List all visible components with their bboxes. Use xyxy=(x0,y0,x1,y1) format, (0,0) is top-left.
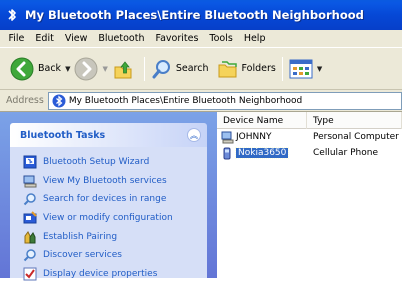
folders-label: Folders xyxy=(241,63,276,74)
task-panel-header[interactable]: Bluetooth Tasks ︽ xyxy=(10,123,207,147)
search-icon xyxy=(23,249,36,262)
up-folder-icon[interactable] xyxy=(112,58,134,80)
search-button[interactable]: Search xyxy=(151,58,209,80)
task-view-services[interactable]: View My Bluetooth services xyxy=(10,172,207,191)
address-label: Address xyxy=(6,95,44,106)
task-label: Search for devices in range xyxy=(43,194,167,205)
device-list: Device Name Type JOHNNY Personal Compute… xyxy=(217,112,402,278)
back-label: Back xyxy=(38,63,62,74)
task-label: Bluetooth Setup Wizard xyxy=(43,157,150,168)
device-name-cell: JOHNNY xyxy=(217,131,307,144)
menu-view[interactable]: View xyxy=(59,33,93,44)
properties-icon xyxy=(23,267,37,281)
toolbar-separator xyxy=(281,56,283,81)
bluetooth-tasks-panel: Bluetooth Tasks ︽ Bluetooth Setup Wizard… xyxy=(10,123,207,281)
task-label: View or modify configuration xyxy=(43,213,173,224)
computer-icon xyxy=(221,131,234,143)
menu-file[interactable]: File xyxy=(3,33,30,44)
wizard-icon xyxy=(23,155,37,169)
views-icon xyxy=(289,59,313,78)
column-device-name[interactable]: Device Name xyxy=(217,112,307,129)
device-type: Personal Computer xyxy=(313,132,399,142)
folders-icon xyxy=(218,60,237,77)
chevron-down-icon[interactable]: ▼ xyxy=(317,65,322,73)
toolbar-separator xyxy=(143,56,145,81)
search-label: Search xyxy=(175,63,209,74)
title-bar: My Bluetooth Places\Entire Bluetooth Nei… xyxy=(0,0,402,30)
column-type[interactable]: Type xyxy=(307,112,402,129)
forward-arrow-icon xyxy=(74,57,98,80)
task-establish-pairing[interactable]: Establish Pairing xyxy=(10,227,207,246)
forward-button[interactable] xyxy=(74,57,98,81)
task-label: View My Bluetooth services xyxy=(43,175,167,186)
task-search-devices[interactable]: Search for devices in range xyxy=(10,190,207,209)
task-setup-wizard[interactable]: Bluetooth Setup Wizard xyxy=(10,153,207,172)
phone-icon xyxy=(223,147,231,159)
chevron-down-icon[interactable]: ▼ xyxy=(65,65,70,73)
computer-icon xyxy=(23,175,37,188)
task-pane: Bluetooth Tasks ︽ Bluetooth Setup Wizard… xyxy=(0,112,217,281)
search-icon xyxy=(152,59,170,78)
device-type: Cellular Phone xyxy=(313,148,378,158)
address-input[interactable]: My Bluetooth Places\Entire Bluetooth Nei… xyxy=(47,91,402,110)
search-icon xyxy=(23,193,36,206)
task-device-properties[interactable]: Display device properties xyxy=(10,265,207,283)
bluetooth-icon xyxy=(8,9,16,21)
list-row-johnny[interactable]: JOHNNY Personal Computer xyxy=(217,129,402,145)
menu-bluetooth[interactable]: Bluetooth xyxy=(93,33,150,44)
menu-bar: File Edit View Bluetooth Favorites Tools… xyxy=(0,30,402,47)
folders-button[interactable]: Folders xyxy=(217,58,276,80)
task-discover-services[interactable]: Discover services xyxy=(10,246,207,265)
chevron-down-icon[interactable]: ▼ xyxy=(102,65,107,73)
menu-favorites[interactable]: Favorites xyxy=(150,33,204,44)
list-header: Device Name Type xyxy=(217,112,402,129)
toolbar: Back ▼ ▼ Search Folders ▼ xyxy=(0,47,402,90)
back-arrow-icon xyxy=(10,57,34,80)
configuration-icon xyxy=(23,211,37,224)
task-list: Bluetooth Setup Wizard View My Bluetooth… xyxy=(10,147,207,281)
window-title: My Bluetooth Places\Entire Bluetooth Nei… xyxy=(25,8,364,22)
menu-edit[interactable]: Edit xyxy=(30,33,59,44)
device-name: JOHNNY xyxy=(236,132,272,142)
menu-tools[interactable]: Tools xyxy=(204,33,238,44)
device-name: Nokia3650 xyxy=(234,147,290,159)
address-value: My Bluetooth Places\Entire Bluetooth Nei… xyxy=(68,95,303,106)
task-label: Discover services xyxy=(43,250,122,261)
task-panel-title: Bluetooth Tasks xyxy=(20,129,106,141)
bluetooth-places-icon xyxy=(52,94,66,107)
back-button[interactable]: Back xyxy=(10,57,61,81)
task-label: Display device properties xyxy=(43,268,158,279)
collapse-icon[interactable]: ︽ xyxy=(187,128,201,142)
menu-help[interactable]: Help xyxy=(238,33,271,44)
task-label: Establish Pairing xyxy=(43,231,118,242)
list-row-nokia3650[interactable]: Nokia3650 Cellular Phone xyxy=(217,145,402,161)
pairing-icon xyxy=(24,230,36,244)
views-button[interactable] xyxy=(289,59,313,79)
task-configuration[interactable]: View or modify configuration xyxy=(10,209,207,228)
device-name-cell: Nokia3650 xyxy=(217,147,307,160)
address-bar: Address My Bluetooth Places\Entire Bluet… xyxy=(0,90,402,112)
